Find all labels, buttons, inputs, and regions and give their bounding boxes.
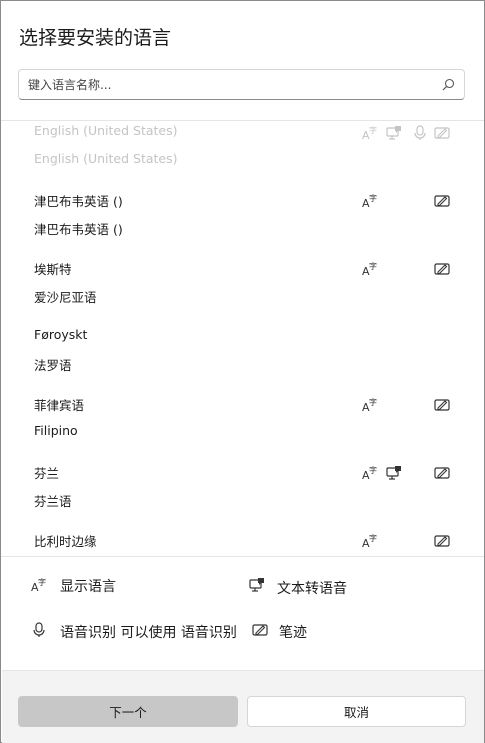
display-language-icon: A字: [362, 193, 378, 209]
svg-text:字: 字: [38, 577, 46, 587]
language-row-belgian[interactable]: 比利时边缘 A字: [1, 531, 484, 557]
search-icon[interactable]: [442, 78, 455, 91]
display-language-icon: A字: [362, 261, 378, 277]
language-native-name: 法罗语: [34, 358, 72, 373]
handwriting-icon: [434, 397, 450, 413]
handwriting-icon: [434, 125, 450, 141]
language-row-filipino[interactable]: 菲律宾语 Filipino A字: [1, 395, 484, 463]
svg-text:字: 字: [369, 193, 377, 203]
language-name: 津巴布韦英语 (): [34, 194, 123, 209]
language-name: 埃斯特: [34, 262, 72, 277]
handwriting-icon: [252, 622, 268, 638]
display-language-icon: A字: [362, 465, 378, 481]
language-search-box[interactable]: [18, 69, 465, 100]
handwriting-icon: [434, 533, 450, 549]
legend-speech-recognition: 语音识别 可以使用 语音识别: [60, 625, 237, 641]
display-language-icon: A字: [362, 125, 378, 141]
language-list[interactable]: English (United States) English (United …: [1, 121, 484, 557]
display-language-icon: A字: [362, 533, 378, 549]
microphone-icon: [31, 622, 47, 638]
display-language-icon: A字: [31, 577, 47, 593]
text-to-speech-icon: [386, 465, 402, 481]
legend-handwriting: 笔迹: [279, 625, 307, 641]
dialog-footer: 下一个 取消: [2, 670, 484, 743]
language-native-name: Filipino: [34, 423, 78, 438]
text-to-speech-icon: [386, 125, 402, 141]
language-native-name: 爱沙尼亚语: [34, 290, 97, 305]
svg-text:字: 字: [369, 533, 377, 543]
language-name: Føroyskt: [34, 327, 88, 342]
language-name: 芬兰: [34, 466, 60, 481]
svg-text:字: 字: [369, 261, 377, 271]
legend-display-language: 显示语言: [60, 579, 116, 595]
feature-legend: A字 显示语言 文本转语音 语音识别 可以使用 语音识别 笔迹: [1, 557, 484, 670]
language-row-finnish[interactable]: 芬兰 芬兰语 A字: [1, 463, 484, 531]
handwriting-icon: [434, 193, 450, 209]
cancel-button[interactable]: 取消: [247, 696, 466, 727]
language-native-name: English (United States): [34, 151, 178, 166]
next-button[interactable]: 下一个: [18, 696, 238, 727]
language-search-input[interactable]: [28, 70, 428, 99]
language-name: 菲律宾语: [34, 398, 85, 413]
display-language-icon: A字: [362, 397, 378, 413]
handwriting-icon: [434, 465, 450, 481]
install-language-dialog: 选择要安装的语言 English (United States) English…: [0, 0, 485, 743]
language-name: 比利时边缘: [34, 534, 97, 549]
svg-text:字: 字: [369, 465, 377, 475]
language-native-name: 津巴布韦英语 (): [34, 222, 123, 237]
language-row-faroese[interactable]: Føroyskt 法罗语: [1, 327, 484, 395]
svg-text:字: 字: [369, 397, 377, 407]
language-name: English (United States): [34, 123, 178, 138]
microphone-icon: [412, 125, 428, 141]
dialog-title: 选择要安装的语言: [19, 27, 172, 49]
legend-text-to-speech: 文本转语音: [277, 581, 347, 597]
svg-text:字: 字: [369, 125, 377, 135]
text-to-speech-icon: [249, 577, 265, 593]
language-row-estonian[interactable]: 埃斯特 爱沙尼亚语 A字: [1, 259, 484, 327]
language-row-zimbabwe-english[interactable]: 津巴布韦英语 () 津巴布韦英语 () A字: [1, 191, 484, 259]
language-native-name: 芬兰语: [34, 494, 72, 509]
handwriting-icon: [434, 261, 450, 277]
language-row-english-us[interactable]: English (United States) English (United …: [1, 123, 484, 191]
